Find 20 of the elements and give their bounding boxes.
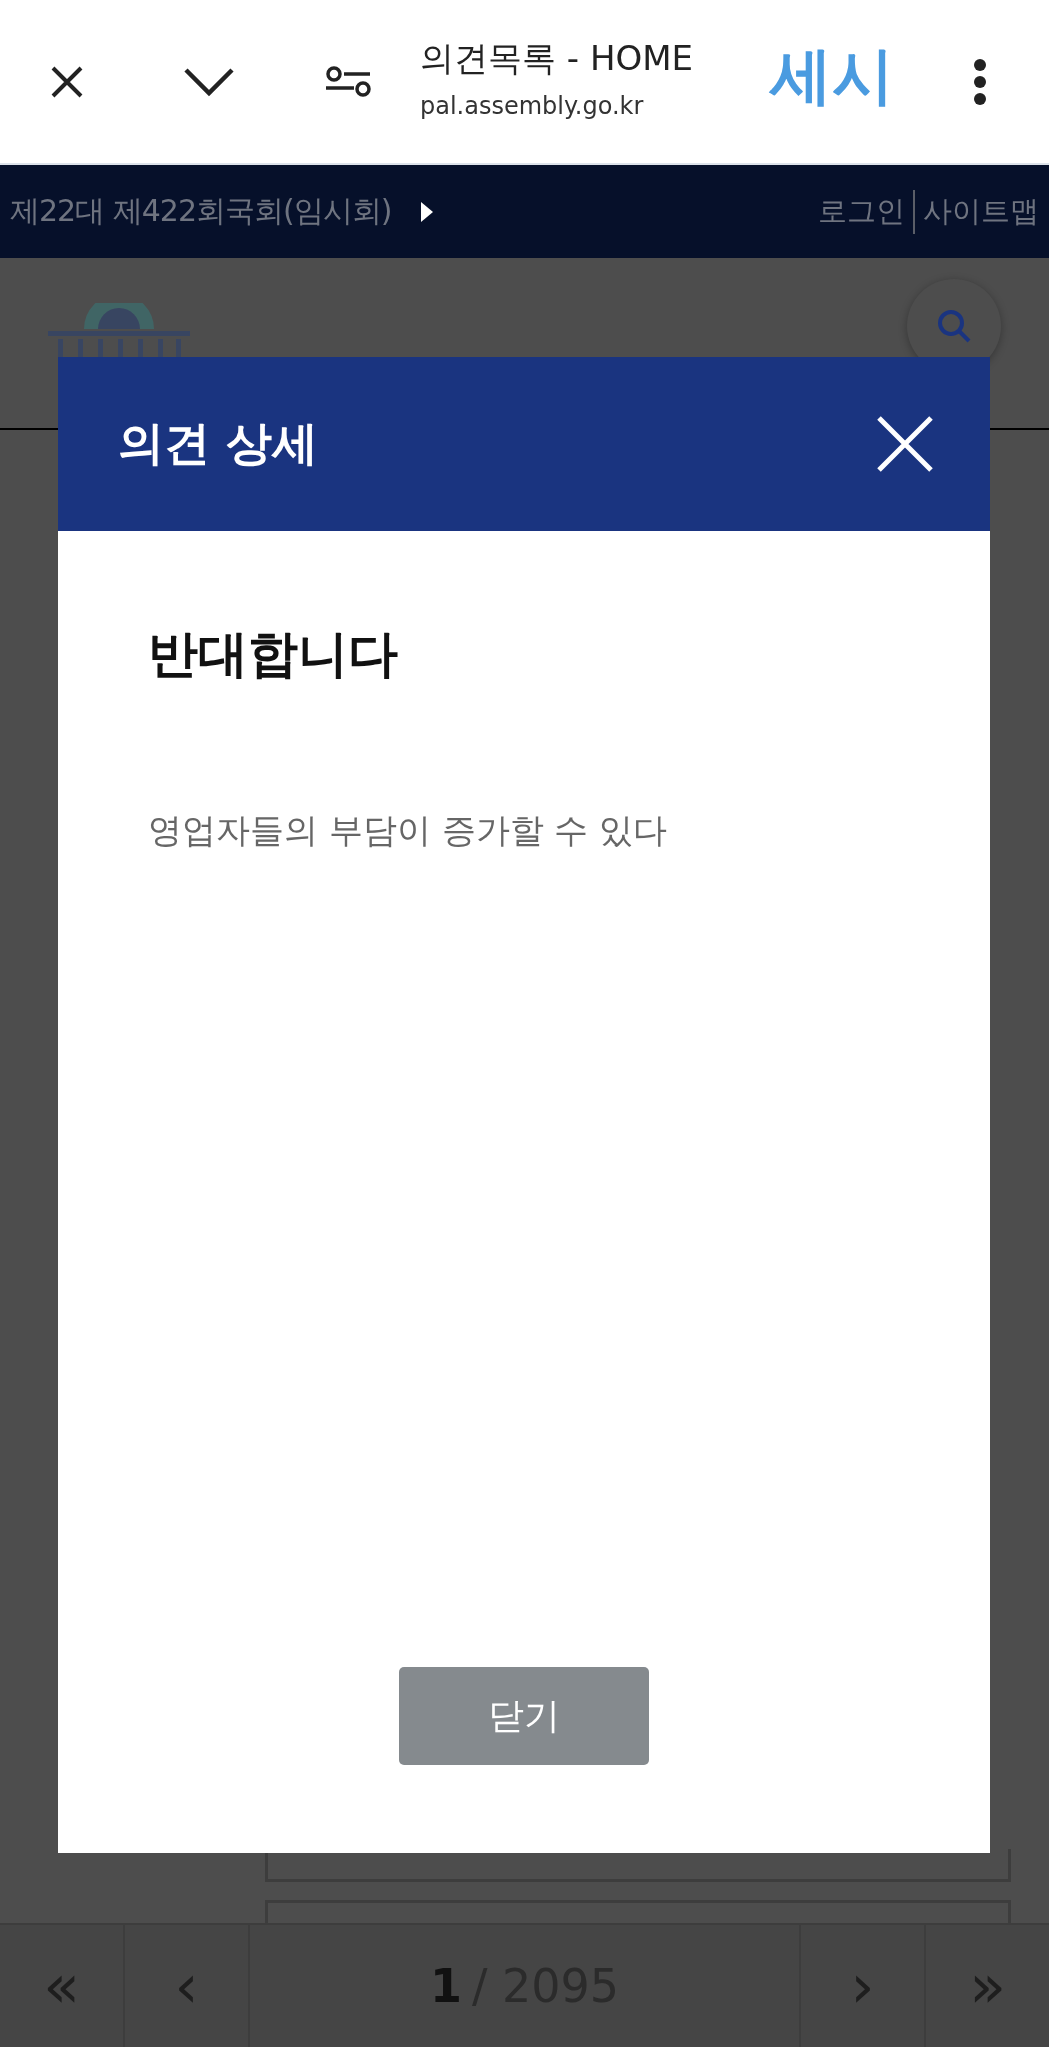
modal-title: 의견 상세 xyxy=(118,415,318,472)
close-icon[interactable] xyxy=(50,64,84,99)
top-link[interactable]: 사이트맵 xyxy=(923,191,1039,232)
page-title: 의견목록 - HOME xyxy=(420,37,694,80)
triangle-icon xyxy=(421,201,434,222)
top-link[interactable]: 로그인 xyxy=(818,191,905,232)
more-icon[interactable] xyxy=(973,57,987,106)
search-icon xyxy=(936,307,972,344)
extension-badge[interactable]: 세시 xyxy=(770,34,894,118)
next-page-button[interactable]: › xyxy=(801,1925,926,2047)
opinion-text: 영업자들의 부담이 증가할 수 있다 xyxy=(148,809,668,852)
last-page-button[interactable]: » xyxy=(926,1925,1049,2047)
session-label[interactable]: 제22대 제422회국회(임시회) xyxy=(10,191,392,232)
first-page-button[interactable]: « xyxy=(0,1925,125,2047)
settings-icon[interactable] xyxy=(326,64,372,99)
chevron-down-icon[interactable] xyxy=(183,66,235,97)
close-button[interactable]: 닫기 xyxy=(399,1667,649,1765)
previous-page-button[interactable]: ‹ xyxy=(125,1925,250,2047)
opinion-heading: 반대합니다 xyxy=(148,624,398,685)
page-url: pal.assembly.go.kr xyxy=(420,92,645,120)
